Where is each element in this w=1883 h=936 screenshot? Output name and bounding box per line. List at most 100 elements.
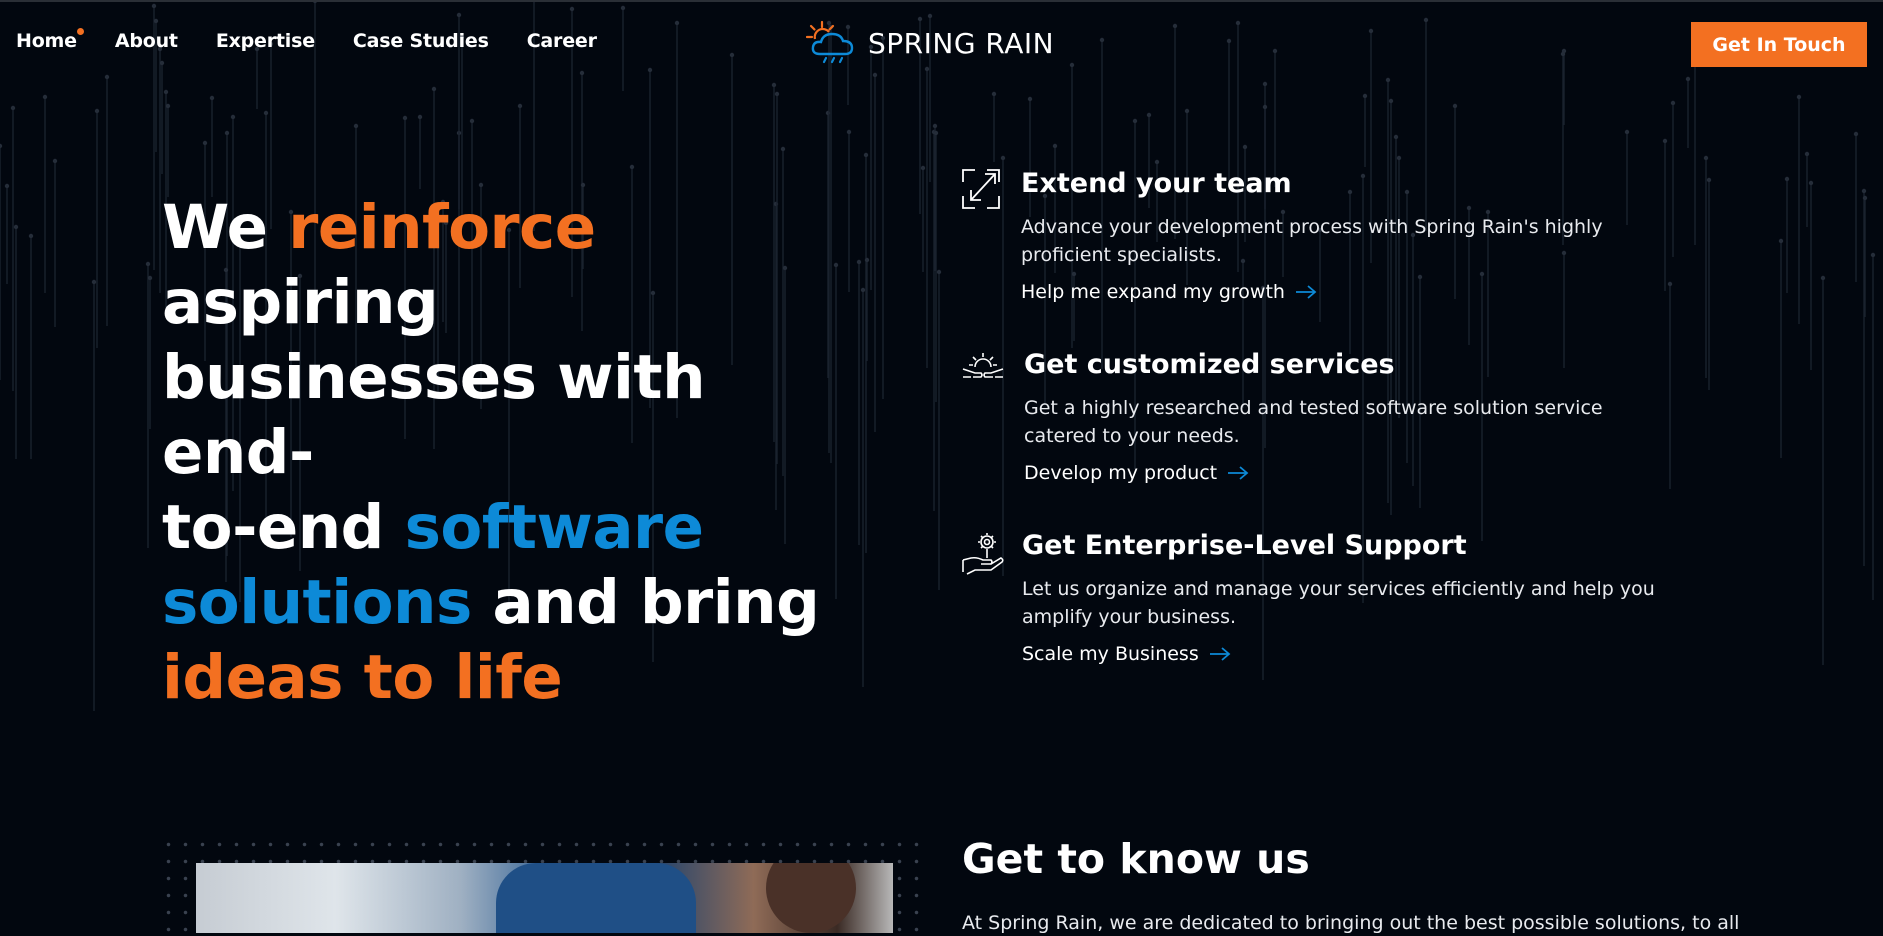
- feature-title: Extend your team: [1021, 168, 1292, 199]
- feature-extend-team: Extend your team Advance your developmen…: [961, 168, 1603, 303]
- team-photo: [196, 863, 893, 933]
- about-text: At Spring Rain, we are dedicated to brin…: [962, 912, 1740, 934]
- rain-drop: [674, 20, 680, 26]
- rain-drop: [825, 110, 831, 116]
- rain-drop: [456, 130, 462, 136]
- top-border: [0, 0, 1883, 2]
- logo[interactable]: SPRING RAIN: [806, 20, 1054, 66]
- rain-drop: [1778, 238, 1784, 244]
- nav-case-studies[interactable]: Case Studies: [353, 30, 489, 52]
- rain-drop: [431, 86, 437, 92]
- rain-drop: [924, 66, 930, 72]
- rain-drop: [1235, 20, 1241, 26]
- rain-drop: [1870, 252, 1876, 258]
- nav-expertise[interactable]: Expertise: [216, 30, 315, 52]
- rain-drop: [933, 130, 939, 136]
- rain-drop: [10, 105, 16, 111]
- rain-drop: [159, 60, 165, 66]
- nav-about[interactable]: About: [115, 30, 178, 52]
- rain-drop: [729, 52, 735, 58]
- hero-heading: We reinforce aspiring businesses with en…: [162, 190, 862, 715]
- rain-drop: [846, 129, 852, 135]
- rain-drop: [1667, 281, 1673, 287]
- hero-highlight-blue: software: [404, 492, 704, 563]
- rain-drop: [927, 13, 933, 19]
- rain-drop: [104, 74, 110, 80]
- help-expand-growth-link[interactable]: Help me expand my growth: [1021, 281, 1317, 303]
- feature-description: Advance your development process with Sp…: [1021, 216, 1603, 266]
- rain-drop: [1685, 76, 1691, 82]
- scale-business-link[interactable]: Scale my Business: [1022, 643, 1231, 665]
- rain-drop: [579, 70, 585, 76]
- rain-drop: [94, 108, 100, 114]
- feature-title: Get customized services: [1024, 349, 1395, 380]
- rain-drop: [1052, 143, 1058, 149]
- feature-customized-services: Get customized services Get a highly res…: [961, 349, 1603, 484]
- rain-drop: [1242, 144, 1248, 150]
- rain-drop: [1804, 151, 1810, 157]
- photo-person-shape: [766, 863, 856, 933]
- rain-drop: [469, 118, 475, 124]
- nav-home[interactable]: Home: [16, 28, 84, 52]
- rain-drop: [774, 91, 780, 97]
- rain-drop: [1146, 112, 1152, 118]
- gear-hands-icon: [962, 353, 1004, 378]
- rain-drop: [145, 261, 151, 267]
- rain-drop: [1423, 17, 1429, 23]
- develop-product-link[interactable]: Develop my product: [1024, 462, 1249, 484]
- rain-drop: [1069, 62, 1075, 68]
- rain-drop: [1862, 195, 1868, 201]
- hero-highlight-blue: solutions: [162, 567, 472, 638]
- photo-person-shape: [496, 863, 696, 933]
- hero-highlight-orange: ideas to life: [162, 642, 563, 713]
- rain-drop: [153, 18, 159, 24]
- arrow-right-icon: [1295, 285, 1317, 299]
- rain-drop: [263, 110, 269, 116]
- rain-drop: [402, 115, 408, 121]
- rain-drop: [1388, 98, 1394, 104]
- hero-word: aspiring: [162, 267, 439, 338]
- rain-drop: [353, 123, 359, 129]
- rain-drop: [1561, 48, 1567, 54]
- rain-drop: [1853, 131, 1859, 137]
- rain-drop: [13, 224, 19, 230]
- rain-drop: [163, 89, 169, 95]
- gear-hand-support-icon: [962, 533, 1004, 575]
- main-nav: Home About Expertise Case Studies Career: [16, 28, 635, 52]
- rain-drop: [1820, 275, 1826, 281]
- rain-drop: [1385, 77, 1391, 83]
- rain-drop: [1624, 129, 1630, 135]
- rain-drop: [580, 182, 586, 188]
- get-in-touch-button[interactable]: Get In Touch: [1691, 22, 1867, 67]
- rain-drop: [1226, 38, 1232, 44]
- nav-career[interactable]: Career: [527, 30, 597, 52]
- rain-drop: [417, 114, 423, 120]
- hero-word: to-end: [162, 492, 384, 563]
- rain-drop: [165, 103, 171, 109]
- rain-drop: [91, 279, 97, 285]
- rain-drop: [1272, 48, 1278, 54]
- rain-drop: [1452, 103, 1458, 109]
- hero-word: and bring: [492, 567, 820, 638]
- hero-word: businesses with end-: [162, 342, 706, 488]
- rain-drop: [1706, 177, 1712, 183]
- rain-drop: [209, 95, 215, 101]
- arrow-right-icon: [1209, 647, 1231, 661]
- rain-drop: [1808, 180, 1814, 186]
- rain-drop: [224, 130, 230, 136]
- rain-drop: [147, 275, 153, 281]
- rain-drop: [1662, 138, 1668, 144]
- rain-drop: [202, 140, 208, 146]
- rain-drop: [456, 12, 462, 18]
- rain-drop: [52, 158, 58, 164]
- rain-drop: [920, 165, 926, 171]
- rain-drop: [771, 82, 777, 88]
- sun-cloud-rain-icon: [806, 20, 854, 64]
- rain-drop: [28, 233, 34, 239]
- feature-title: Get Enterprise-Level Support: [1022, 530, 1467, 561]
- rain-drop: [1784, 176, 1790, 182]
- rain-drop: [42, 94, 48, 100]
- rain-drop: [872, 72, 878, 78]
- rain-drop: [569, 6, 575, 12]
- hero-word: We: [162, 192, 268, 263]
